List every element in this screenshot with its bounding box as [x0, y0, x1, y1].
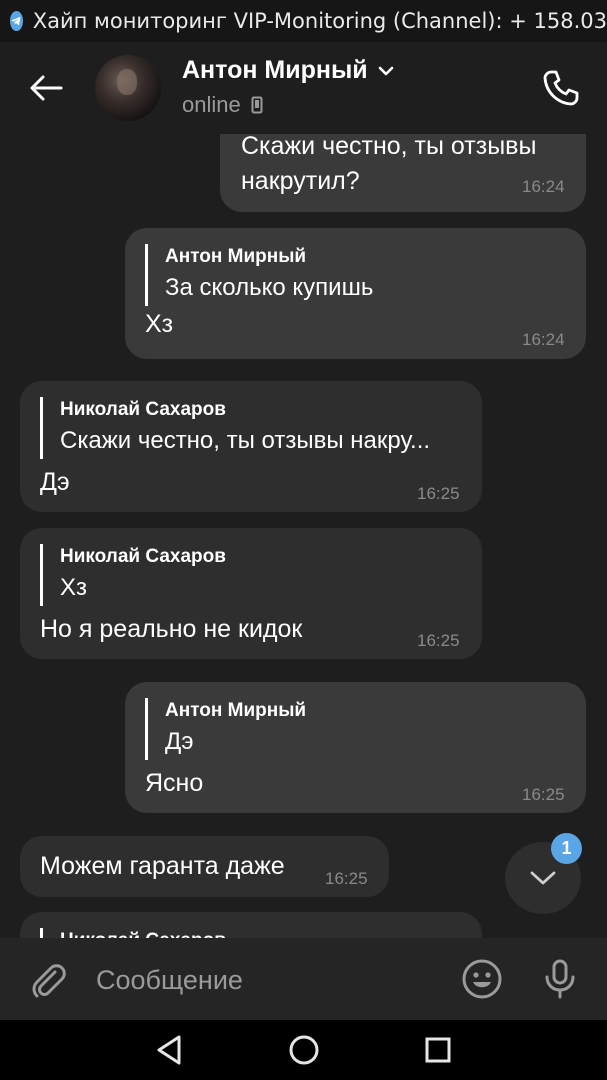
microphone-button[interactable] — [536, 955, 584, 1003]
message-input[interactable] — [96, 958, 436, 1002]
telegram-icon — [10, 11, 23, 31]
composer-bar — [0, 938, 607, 1020]
circle-home-icon — [289, 1035, 319, 1065]
attach-button[interactable] — [24, 956, 72, 1004]
system-nav-bar — [0, 1020, 607, 1080]
reply-author: Антон Мирный — [165, 700, 307, 721]
phone-device-icon — [251, 96, 263, 114]
message-text: Можем гаранта даже — [40, 852, 285, 880]
message-text: Ясно — [145, 769, 204, 797]
phone-call-icon — [543, 70, 579, 106]
contact-status: online — [182, 92, 263, 118]
message-time: 16:25 — [417, 484, 460, 503]
message-text: накрутил? — [241, 167, 360, 195]
chevron-down-icon — [530, 871, 556, 885]
triangle-back-icon — [157, 1035, 181, 1065]
message-bubble-incoming[interactable]: Николай Сахаров — [20, 912, 482, 938]
reply-quote[interactable]: Антон Мирный За сколько купишь — [145, 244, 373, 306]
nav-back-button[interactable] — [145, 1026, 193, 1074]
unread-badge: 1 — [551, 833, 582, 864]
status-bar: Хайп мониторинг VIP-Monitoring (Channel)… — [0, 0, 607, 42]
message-bubble-outgoing[interactable]: Скажи честно, ты отзывы накрутил? 16:24 — [220, 134, 586, 212]
square-recents-icon — [425, 1037, 451, 1063]
contact-name-label: Антон Мирный — [182, 56, 368, 84]
reply-quote[interactable]: Антон Мирный Дэ — [145, 698, 306, 760]
nav-home-button[interactable] — [280, 1026, 328, 1074]
message-time: 16:25 — [522, 785, 565, 804]
reply-text: Хз — [60, 574, 88, 601]
reply-author: Николай Сахаров — [60, 546, 226, 567]
message-list[interactable]: Скажи честно, ты отзывы накрутил? 16:24 … — [0, 134, 607, 938]
call-button[interactable] — [537, 64, 585, 112]
reply-text: За сколько купишь — [165, 274, 374, 301]
message-time: 16:25 — [417, 631, 460, 650]
online-status: online — [182, 92, 241, 117]
smiley-icon — [462, 959, 502, 999]
contact-name[interactable]: Антон Мирный — [182, 56, 394, 85]
reply-quote[interactable]: Николай Сахаров Хз — [40, 544, 226, 606]
message-time: 16:24 — [522, 177, 565, 196]
reply-text: Скажи честно, ты отзывы накру... — [60, 427, 431, 454]
nav-recents-button[interactable] — [414, 1026, 462, 1074]
reply-text: Дэ — [165, 728, 194, 755]
message-bubble-incoming[interactable]: Николай Сахаров Хз Но я реально не кидок… — [20, 528, 482, 659]
reply-quote[interactable]: Николай Сахаров — [40, 928, 226, 938]
message-time: 16:24 — [522, 330, 565, 349]
reply-quote[interactable]: Николай Сахаров Скажи честно, ты отзывы … — [40, 397, 430, 459]
message-text: Дэ — [40, 468, 70, 496]
message-bubble-incoming[interactable]: Можем гаранта даже 16:25 — [20, 836, 389, 897]
message-time: 16:25 — [325, 869, 368, 888]
message-bubble-outgoing[interactable]: Антон Мирный За сколько купишь Хз 16:24 — [125, 228, 586, 359]
reply-author: Николай Сахаров — [60, 399, 226, 420]
notification-text: Хайп мониторинг VIP-Monitoring (Channel)… — [32, 9, 607, 33]
message-bubble-incoming[interactable]: Николай Сахаров Скажи честно, ты отзывы … — [20, 381, 482, 512]
message-text: Скажи честно, ты отзывы — [241, 134, 537, 160]
avatar[interactable] — [95, 55, 161, 121]
reply-author: Антон Мирный — [165, 246, 307, 267]
emoji-button[interactable] — [458, 955, 506, 1003]
message-text: Хз — [145, 310, 174, 338]
reply-author: Николай Сахаров — [60, 928, 226, 938]
message-bubble-outgoing[interactable]: Антон Мирный Дэ Ясно 16:25 — [125, 682, 586, 813]
paperclip-icon — [32, 964, 66, 998]
message-text: Но я реально не кидок — [40, 615, 303, 643]
chat-header: Антон Мирный online — [0, 42, 607, 134]
arrow-left-icon — [30, 75, 63, 101]
chevron-down-icon — [378, 66, 393, 75]
back-button[interactable] — [22, 64, 70, 112]
microphone-icon — [545, 959, 575, 999]
